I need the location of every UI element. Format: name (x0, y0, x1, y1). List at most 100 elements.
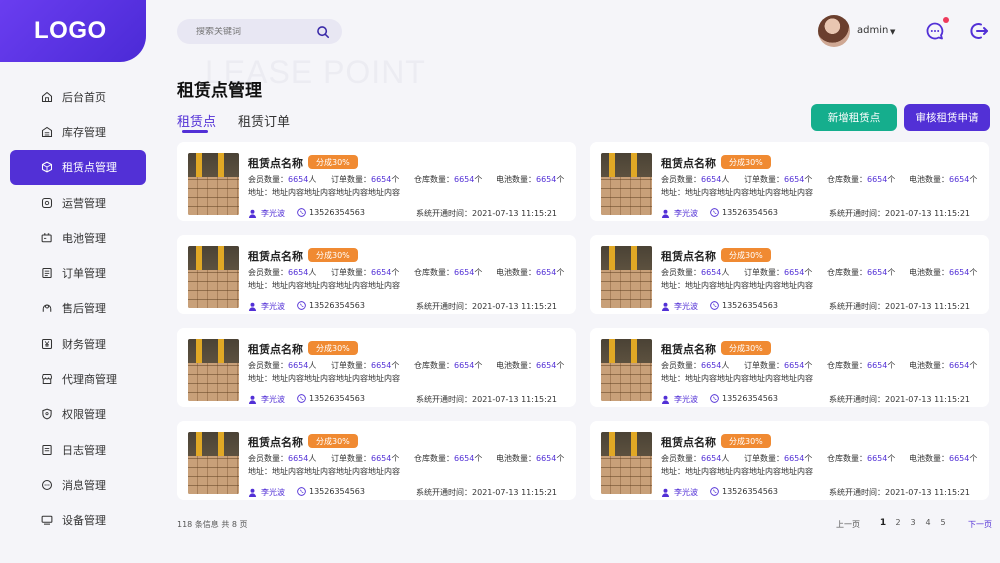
sidebar-item-operations[interactable]: 运营管理 (10, 185, 146, 220)
address-text: 地址：地址内容地址内容地址内容地址内容 (661, 374, 813, 383)
contact-person[interactable]: 李光波 (248, 394, 285, 405)
chevron-down-icon[interactable]: ▼ (890, 28, 895, 36)
stat-label: 会员数量： (661, 268, 701, 277)
sidebar-item-label: 电池管理 (62, 231, 106, 245)
prev-page-link[interactable]: 上一页 (836, 519, 860, 530)
next-page-link[interactable]: 下一页 (968, 519, 992, 530)
page-number[interactable]: 4 (921, 518, 935, 527)
sidebar-item-log[interactable]: 日志管理 (10, 432, 146, 467)
lease-point-card[interactable]: 租赁点名称 分成30% 会员数量：6654人 订单数量：6654个 仓库数量：6654个… (177, 142, 576, 221)
sidebar-item-message[interactable]: 消息管理 (10, 467, 146, 502)
stat-unit: 个 (391, 175, 400, 184)
sidebar-item-battery[interactable]: 电池管理 (10, 220, 146, 255)
phone-number: 13526354563 (722, 301, 778, 310)
search-input[interactable] (196, 26, 316, 37)
sidebar-item-inventory[interactable]: 库存管理 (10, 114, 146, 149)
sidebar-item-label: 日志管理 (62, 443, 106, 457)
stat-value: 6654 (371, 454, 392, 463)
phone-icon (710, 208, 719, 217)
lease-point-card[interactable]: 租赁点名称 分成30% 会员数量：6654人 订单数量：6654个 仓库数量：6654个… (177, 235, 576, 314)
lease-point-card[interactable]: 租赁点名称 分成30% 会员数量：6654人 订单数量：6654个 仓库数量：6654个… (590, 142, 989, 221)
open-time: 系统开通时间：2021-07-13 11:15:21 (829, 209, 970, 218)
stat-value: 6654 (536, 268, 557, 277)
stat-value: 6654 (701, 361, 722, 370)
contact-phone: 13526354563 (297, 394, 365, 403)
lease-point-name: 租赁点名称 (248, 250, 303, 263)
stat-item: 电池数量：6654个 (909, 453, 977, 464)
search-icon[interactable] (316, 25, 330, 39)
lease-point-card[interactable]: 租赁点名称 分成30% 会员数量：6654人 订单数量：6654个 仓库数量：6654个… (590, 328, 989, 407)
stat-unit: 个 (474, 454, 483, 463)
logo[interactable]: LOGO (0, 0, 146, 62)
avatar[interactable] (818, 15, 850, 47)
stat-unit: 个 (474, 268, 483, 277)
address-text: 地址：地址内容地址内容地址内容地址内容 (661, 281, 813, 290)
shield-icon (41, 408, 53, 420)
sidebar-item-device[interactable]: 设备管理 (10, 503, 146, 538)
stat-item: 订单数量：6654个 (744, 267, 812, 278)
stat-value: 6654 (371, 268, 392, 277)
lease-point-card[interactable]: 租赁点名称 分成30% 会员数量：6654人 订单数量：6654个 仓库数量：6654个… (177, 328, 576, 407)
search-box[interactable] (177, 19, 342, 44)
open-time: 系统开通时间：2021-07-13 11:15:21 (416, 395, 557, 404)
contact-person[interactable]: 李光波 (661, 487, 698, 498)
commission-badge: 分成30% (721, 248, 771, 262)
lease-point-card[interactable]: 租赁点名称 分成30% 会员数量：6654人 订单数量：6654个 仓库数量：6654个… (590, 235, 989, 314)
sidebar-item-label: 权限管理 (62, 408, 106, 422)
sidebar-item-service[interactable]: 售后管理 (10, 291, 146, 326)
lease-point-card[interactable]: 租赁点名称 分成30% 会员数量：6654人 订单数量：6654个 仓库数量：6654个… (590, 421, 989, 500)
tab-lease-order[interactable]: 租赁订单 (238, 111, 290, 130)
stat-label: 仓库数量： (827, 268, 867, 277)
contact-phone: 13526354563 (710, 208, 778, 217)
sidebar-item-finance[interactable]: 财务管理 (10, 326, 146, 361)
commission-badge: 分成30% (308, 341, 358, 355)
sidebar-item-cube[interactable]: 租赁点管理 (10, 149, 146, 185)
stat-label: 会员数量： (248, 175, 288, 184)
stat-value: 6654 (701, 268, 722, 277)
phone-number: 13526354563 (722, 487, 778, 496)
stat-unit: 人 (308, 268, 317, 277)
sidebar-item-store[interactable]: 代理商管理 (10, 361, 146, 396)
warehouse-image (601, 153, 652, 215)
page-number[interactable]: 2 (891, 518, 905, 527)
user-name[interactable]: admin (857, 25, 888, 36)
stat-item: 电池数量：6654个 (909, 174, 977, 185)
page-number[interactable]: 5 (936, 518, 950, 527)
contact-person[interactable]: 李光波 (661, 301, 698, 312)
page-number[interactable]: 1 (876, 518, 890, 528)
stat-label: 订单数量： (744, 268, 784, 277)
lease-point-card[interactable]: 租赁点名称 分成30% 会员数量：6654人 订单数量：6654个 仓库数量：6654个… (177, 421, 576, 500)
sidebar-item-order[interactable]: 订单管理 (10, 255, 146, 290)
contact-person-name: 李光波 (261, 209, 285, 218)
contact-person[interactable]: 李光波 (248, 487, 285, 498)
cube-icon (41, 161, 53, 173)
stat-value: 6654 (371, 175, 392, 184)
logo-text: LOGO (34, 17, 107, 44)
open-time: 系统开通时间：2021-07-13 11:15:21 (416, 209, 557, 218)
add-lease-point-button[interactable]: 新增租赁点 (811, 104, 897, 131)
stat-value: 6654 (701, 175, 722, 184)
contact-person[interactable]: 李光波 (661, 208, 698, 219)
logout-icon[interactable] (969, 21, 989, 41)
stat-item: 电池数量：6654个 (496, 360, 564, 371)
sidebar-item-label: 运营管理 (62, 196, 106, 210)
tab-lease-point[interactable]: 租赁点 (177, 111, 216, 130)
sidebar-item-label: 后台首页 (62, 90, 106, 104)
stat-unit: 个 (391, 454, 400, 463)
stat-value: 6654 (701, 454, 722, 463)
stats-row: 会员数量：6654人 订单数量：6654个 仓库数量：6654个 电池数量：6654个 (248, 360, 564, 372)
stat-unit: 人 (721, 361, 730, 370)
contact-phone: 13526354563 (297, 301, 365, 310)
commission-badge: 分成30% (721, 155, 771, 169)
sidebar-item-home[interactable]: 后台首页 (10, 79, 146, 114)
contact-person[interactable]: 李光波 (248, 208, 285, 219)
lease-point-name: 租赁点名称 (248, 436, 303, 449)
stat-label: 订单数量： (331, 454, 371, 463)
page-number[interactable]: 3 (906, 518, 920, 527)
audit-application-button[interactable]: 审核租赁申请 (904, 104, 990, 131)
sidebar-item-shield[interactable]: 权限管理 (10, 397, 146, 432)
message-icon[interactable] (925, 21, 945, 41)
stat-unit: 个 (969, 454, 978, 463)
contact-person[interactable]: 李光波 (661, 394, 698, 405)
contact-person[interactable]: 李光波 (248, 301, 285, 312)
